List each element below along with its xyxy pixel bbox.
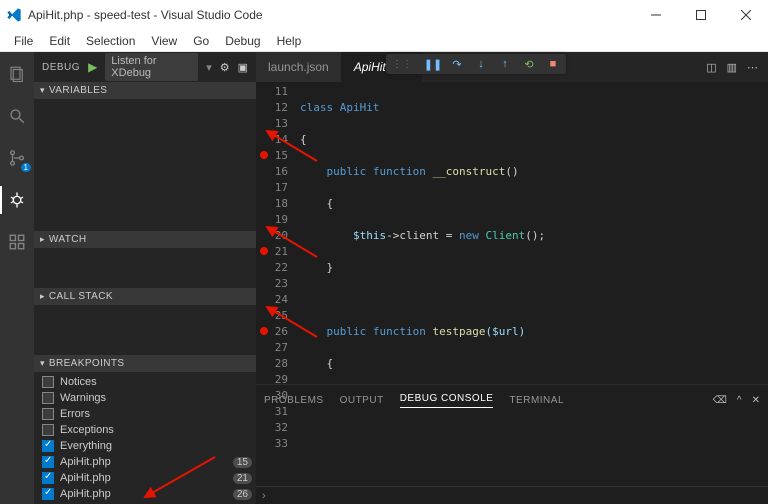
debug-config-select[interactable]: Listen for XDebug bbox=[105, 53, 198, 81]
breakpoint-item[interactable]: Notices bbox=[38, 374, 256, 390]
panel-tab-output[interactable]: OUTPUT bbox=[340, 395, 384, 406]
breakpoint-item[interactable]: Errors bbox=[38, 406, 256, 422]
breakpoint-label: Notices bbox=[60, 376, 97, 388]
checkbox-icon[interactable] bbox=[42, 472, 54, 484]
menu-view[interactable]: View bbox=[143, 32, 185, 50]
breakpoint-label: Errors bbox=[60, 408, 90, 420]
debug-console-toggle-icon[interactable]: ▣ bbox=[238, 61, 248, 74]
checkbox-icon[interactable] bbox=[42, 376, 54, 388]
breakpoint-item[interactable]: ApiHit.php 15 bbox=[38, 454, 256, 470]
menu-help[interactable]: Help bbox=[269, 32, 310, 50]
maximize-panel-icon[interactable]: ^ bbox=[737, 395, 742, 406]
checkbox-icon[interactable] bbox=[42, 408, 54, 420]
scm-badge: 1 bbox=[21, 163, 31, 172]
vscode-logo-icon bbox=[6, 7, 22, 23]
layout-icon[interactable]: ▥ bbox=[727, 61, 737, 74]
debug-configuration-bar: DEBUG ▶ Listen for XDebug ▾ ⚙ ▣ bbox=[34, 52, 256, 82]
breakpoints-list: Notices Warnings Errors Exceptions Everythin… bbox=[34, 372, 256, 504]
activity-bar: 1 bbox=[0, 52, 34, 504]
checkbox-icon[interactable] bbox=[42, 440, 54, 452]
close-button[interactable] bbox=[723, 0, 768, 30]
breakpoint-line-badge: 21 bbox=[233, 473, 252, 484]
breakpoint-label: Warnings bbox=[60, 392, 106, 404]
start-debug-icon[interactable]: ▶ bbox=[88, 60, 97, 74]
explorer-icon[interactable] bbox=[5, 62, 29, 86]
editor-area: launch.json ApiHit.php ⋮⋮ ❚❚ ↷ ↓ ↑ ⟲ ■ ◫… bbox=[256, 52, 768, 504]
breakpoint-item[interactable]: Everything bbox=[38, 438, 256, 454]
split-editor-icon[interactable]: ◫ bbox=[706, 61, 716, 74]
menu-debug[interactable]: Debug bbox=[217, 32, 268, 50]
debug-settings-icon[interactable]: ⚙ bbox=[220, 61, 230, 74]
breakpoint-label: ApiHit.php bbox=[60, 456, 111, 468]
code-editor[interactable]: class ApiHit { public function __constru… bbox=[300, 82, 768, 384]
checkbox-icon[interactable] bbox=[42, 456, 54, 468]
section-call-stack[interactable]: Call Stack bbox=[34, 288, 256, 305]
breakpoint-item[interactable]: ApiHit.php 26 bbox=[38, 486, 256, 502]
breakpoint-dot[interactable] bbox=[260, 151, 268, 159]
breakpoint-item[interactable]: ApiHit.php 21 bbox=[38, 470, 256, 486]
section-watch[interactable]: Watch bbox=[34, 231, 256, 248]
step-over-icon[interactable]: ↷ bbox=[450, 57, 464, 71]
section-breakpoints[interactable]: Breakpoints bbox=[34, 355, 256, 372]
breakpoint-label: ApiHit.php bbox=[60, 472, 111, 484]
menu-selection[interactable]: Selection bbox=[78, 32, 143, 50]
debug-toolbar[interactable]: ⋮⋮ ❚❚ ↷ ↓ ↑ ⟲ ■ bbox=[386, 54, 566, 74]
breakpoint-item[interactable]: Exceptions bbox=[38, 422, 256, 438]
breakpoint-line-badge: 26 bbox=[233, 489, 252, 500]
checkbox-icon[interactable] bbox=[42, 488, 54, 500]
menu-bar: File Edit Selection View Go Debug Help bbox=[0, 30, 768, 52]
tab-launch-json[interactable]: launch.json bbox=[256, 52, 342, 82]
debug-label: DEBUG bbox=[42, 62, 80, 73]
menu-file[interactable]: File bbox=[6, 32, 41, 50]
debug-console-input[interactable]: › bbox=[256, 486, 768, 504]
minimize-button[interactable] bbox=[633, 0, 678, 30]
pause-icon[interactable]: ❚❚ bbox=[426, 57, 440, 71]
panel-tab-terminal[interactable]: TERMINAL bbox=[509, 395, 564, 406]
breakpoint-label: ApiHit.php bbox=[60, 488, 111, 500]
breakpoint-dot[interactable] bbox=[260, 247, 268, 255]
panel-tab-debug-console[interactable]: DEBUG CONSOLE bbox=[400, 393, 494, 408]
breakpoint-label: Everything bbox=[60, 440, 112, 452]
search-icon[interactable] bbox=[5, 104, 29, 128]
menu-go[interactable]: Go bbox=[185, 32, 217, 50]
step-out-icon[interactable]: ↑ bbox=[498, 57, 512, 71]
editor-tab-row: launch.json ApiHit.php ⋮⋮ ❚❚ ↷ ↓ ↑ ⟲ ■ ◫… bbox=[256, 52, 768, 82]
extensions-icon[interactable] bbox=[5, 230, 29, 254]
drag-grip-icon[interactable]: ⋮⋮ bbox=[392, 59, 412, 70]
menu-edit[interactable]: Edit bbox=[41, 32, 78, 50]
more-actions-icon[interactable]: ⋯ bbox=[747, 61, 758, 74]
breakpoint-label: Exceptions bbox=[60, 424, 114, 436]
panel-bottom: PROBLEMS OUTPUT DEBUG CONSOLE TERMINAL ⌫… bbox=[256, 384, 768, 504]
breakpoint-dot[interactable] bbox=[260, 327, 268, 335]
panel-tabs: PROBLEMS OUTPUT DEBUG CONSOLE TERMINAL ⌫… bbox=[256, 385, 768, 415]
debug-icon[interactable] bbox=[5, 188, 29, 212]
breakpoint-line-badge: 15 bbox=[233, 457, 252, 468]
breakpoint-item[interactable]: Warnings bbox=[38, 390, 256, 406]
line-number-gutter[interactable]: 1112131415161718192021222324252627282930… bbox=[256, 82, 300, 384]
window-title: ApiHit.php - speed-test - Visual Studio … bbox=[28, 8, 633, 22]
step-into-icon[interactable]: ↓ bbox=[474, 57, 488, 71]
section-variables[interactable]: Variables bbox=[34, 82, 256, 99]
clear-console-icon[interactable]: ⌫ bbox=[713, 395, 727, 406]
maximize-button[interactable] bbox=[678, 0, 723, 30]
title-bar: ApiHit.php - speed-test - Visual Studio … bbox=[0, 0, 768, 30]
stop-icon[interactable]: ■ bbox=[546, 57, 560, 71]
checkbox-icon[interactable] bbox=[42, 424, 54, 436]
scm-icon[interactable]: 1 bbox=[5, 146, 29, 170]
checkbox-icon[interactable] bbox=[42, 392, 54, 404]
restart-icon[interactable]: ⟲ bbox=[522, 57, 536, 71]
debug-side-panel: DEBUG ▶ Listen for XDebug ▾ ⚙ ▣ Variable… bbox=[34, 52, 256, 504]
close-panel-icon[interactable]: ✕ bbox=[752, 395, 760, 406]
